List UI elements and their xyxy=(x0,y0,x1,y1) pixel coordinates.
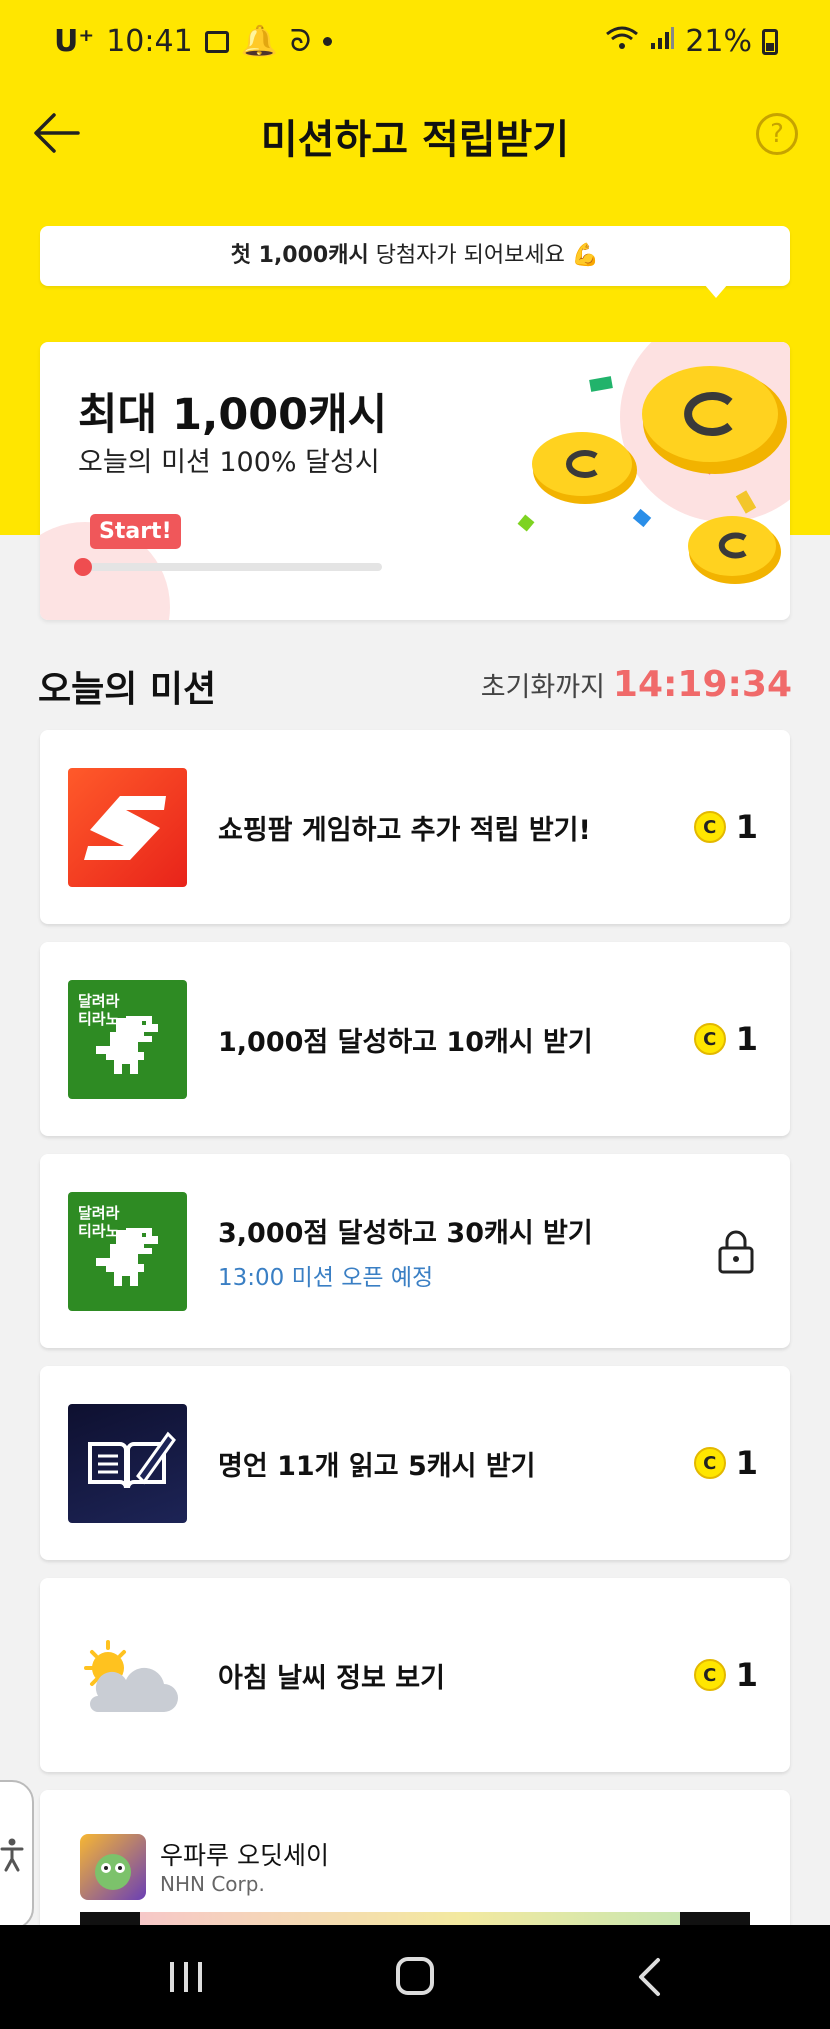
system-nav-bar xyxy=(0,1925,830,2029)
reward-amount: 1 xyxy=(735,808,758,846)
promo-title: 최대 1,000캐시 xyxy=(78,390,388,440)
mission-text: 쇼핑팜 게임하고 추가 적립 받기! xyxy=(218,730,591,924)
carrier-label: U⁺ xyxy=(54,24,95,59)
help-button[interactable]: ? xyxy=(756,113,798,155)
coin-icon: C xyxy=(693,811,726,843)
start-badge: Start! xyxy=(90,514,181,549)
signal-icon xyxy=(649,24,675,59)
tooltip-text: 당첨자가 되어보세요 💪 xyxy=(368,243,600,268)
mission-card[interactable]: 달려라 티라노 1,000점 달성하고 10캐시 받기 C 1 xyxy=(40,942,790,1136)
mission-label: 쇼핑팜 게임하고 추가 적립 받기! xyxy=(218,814,591,846)
progress-bar xyxy=(74,558,382,576)
question-icon: ? xyxy=(770,119,784,149)
page: U⁺ 10:41 🔔 ᘐ 21% 미션하고 적립받기 ? 첫 1,000캐시 당… xyxy=(0,0,830,2029)
app-company: NHN Corp. xyxy=(160,1872,265,1896)
bell-icon: 🔔 xyxy=(240,24,279,59)
gallery-icon xyxy=(204,30,229,53)
wifi-icon xyxy=(605,24,639,59)
coin-icon: C xyxy=(693,1447,726,1479)
tooltip-tail xyxy=(704,284,728,298)
status-right: 21% xyxy=(605,24,778,59)
promo-tooltip: 첫 1,000캐시 당첨자가 되어보세요 💪 xyxy=(40,226,790,298)
mission-text: 1,000점 달성하고 10캐시 받기 xyxy=(218,942,593,1136)
mission-text: 명언 11개 읽고 5캐시 받기 xyxy=(218,1366,536,1560)
sync-icon: ᘐ xyxy=(290,24,312,59)
section-title: 오늘의 미션 xyxy=(38,669,217,710)
mission-label: 1,000점 달성하고 10캐시 받기 xyxy=(218,1026,593,1058)
reward: C 1 xyxy=(693,1656,758,1694)
app-icon xyxy=(80,1834,146,1900)
coin-icon: C xyxy=(693,1659,726,1691)
mission-card-locked[interactable]: 달려라 티라노 3,000점 달성하고 30캐시 받기 13:00 미션 오픈 … xyxy=(40,1154,790,1348)
battery-percent: 21% xyxy=(685,24,752,59)
promo-subtitle: 오늘의 미션 100% 달성시 xyxy=(78,447,380,478)
lock-icon xyxy=(718,1230,754,1274)
mission-card[interactable]: 쇼핑팜 게임하고 추가 적립 받기! C 1 xyxy=(40,730,790,924)
battery-icon xyxy=(762,28,778,55)
app-header: 미션하고 적립받기 ? xyxy=(0,95,830,175)
weather-icon xyxy=(68,1616,187,1735)
tooltip-highlight: 첫 1,000캐시 xyxy=(230,243,369,268)
reset-countdown: 초기화까지 14:19:34 xyxy=(481,664,792,705)
coins-illustration xyxy=(517,366,787,584)
reset-label: 초기화까지 xyxy=(480,672,605,703)
mission-label: 3,000점 달성하고 30캐시 받기 xyxy=(218,1217,593,1249)
accessibility-button[interactable] xyxy=(0,1780,34,1930)
dino-run-icon: 달려라 티라노 xyxy=(68,1192,187,1311)
page-title: 미션하고 적립받기 xyxy=(260,117,570,163)
status-left: U⁺ 10:41 🔔 ᘐ xyxy=(54,24,333,59)
home-button[interactable] xyxy=(396,1957,434,1995)
notification-dot-icon xyxy=(323,37,333,46)
svg-text:달려라: 달려라 xyxy=(78,992,120,1010)
reward: C 1 xyxy=(693,1444,758,1482)
reset-timer: 14:19:34 xyxy=(612,664,792,705)
mission-label: 명언 11개 읽고 5캐시 받기 xyxy=(218,1450,536,1482)
app-name: 우파루 오딧세이 xyxy=(160,1841,329,1870)
shopping-farm-icon xyxy=(68,768,187,887)
mission-card[interactable]: 아침 날씨 정보 보기 C 1 xyxy=(40,1578,790,1772)
reward-progress-card[interactable]: 최대 1,000캐시 오늘의 미션 100% 달성시 Start! xyxy=(40,342,790,620)
book-quote-icon xyxy=(68,1404,187,1523)
mission-text: 아침 날씨 정보 보기 xyxy=(218,1578,445,1772)
reward-amount: 1 xyxy=(735,1444,758,1482)
status-bar: U⁺ 10:41 🔔 ᘐ 21% xyxy=(0,0,830,90)
svg-text:달려라: 달려라 xyxy=(78,1204,120,1222)
reward: C 1 xyxy=(693,808,758,846)
recent-apps-icon[interactable] xyxy=(166,1960,206,1994)
mission-text: 3,000점 달성하고 30캐시 받기 13:00 미션 오픈 예정 xyxy=(218,1154,593,1348)
svg-text:티라노: 티라노 xyxy=(78,1010,120,1028)
mission-card[interactable]: 명언 11개 읽고 5캐시 받기 C 1 xyxy=(40,1366,790,1560)
accessibility-icon xyxy=(0,1838,24,1872)
reward: C 1 xyxy=(693,1020,758,1058)
progress-knob xyxy=(74,558,92,576)
coin-icon: C xyxy=(693,1023,726,1055)
nav-back-icon[interactable] xyxy=(634,1957,664,1997)
reward-amount: 1 xyxy=(735,1020,758,1058)
clock: 10:41 xyxy=(106,24,193,59)
mission-label: 아침 날씨 정보 보기 xyxy=(218,1662,445,1694)
svg-text:티라노: 티라노 xyxy=(78,1222,120,1240)
reward-amount: 1 xyxy=(735,1656,758,1694)
mission-open-time: 13:00 미션 오픈 예정 xyxy=(218,1264,434,1291)
dino-run-icon: 달려라 티라노 xyxy=(68,980,187,1099)
